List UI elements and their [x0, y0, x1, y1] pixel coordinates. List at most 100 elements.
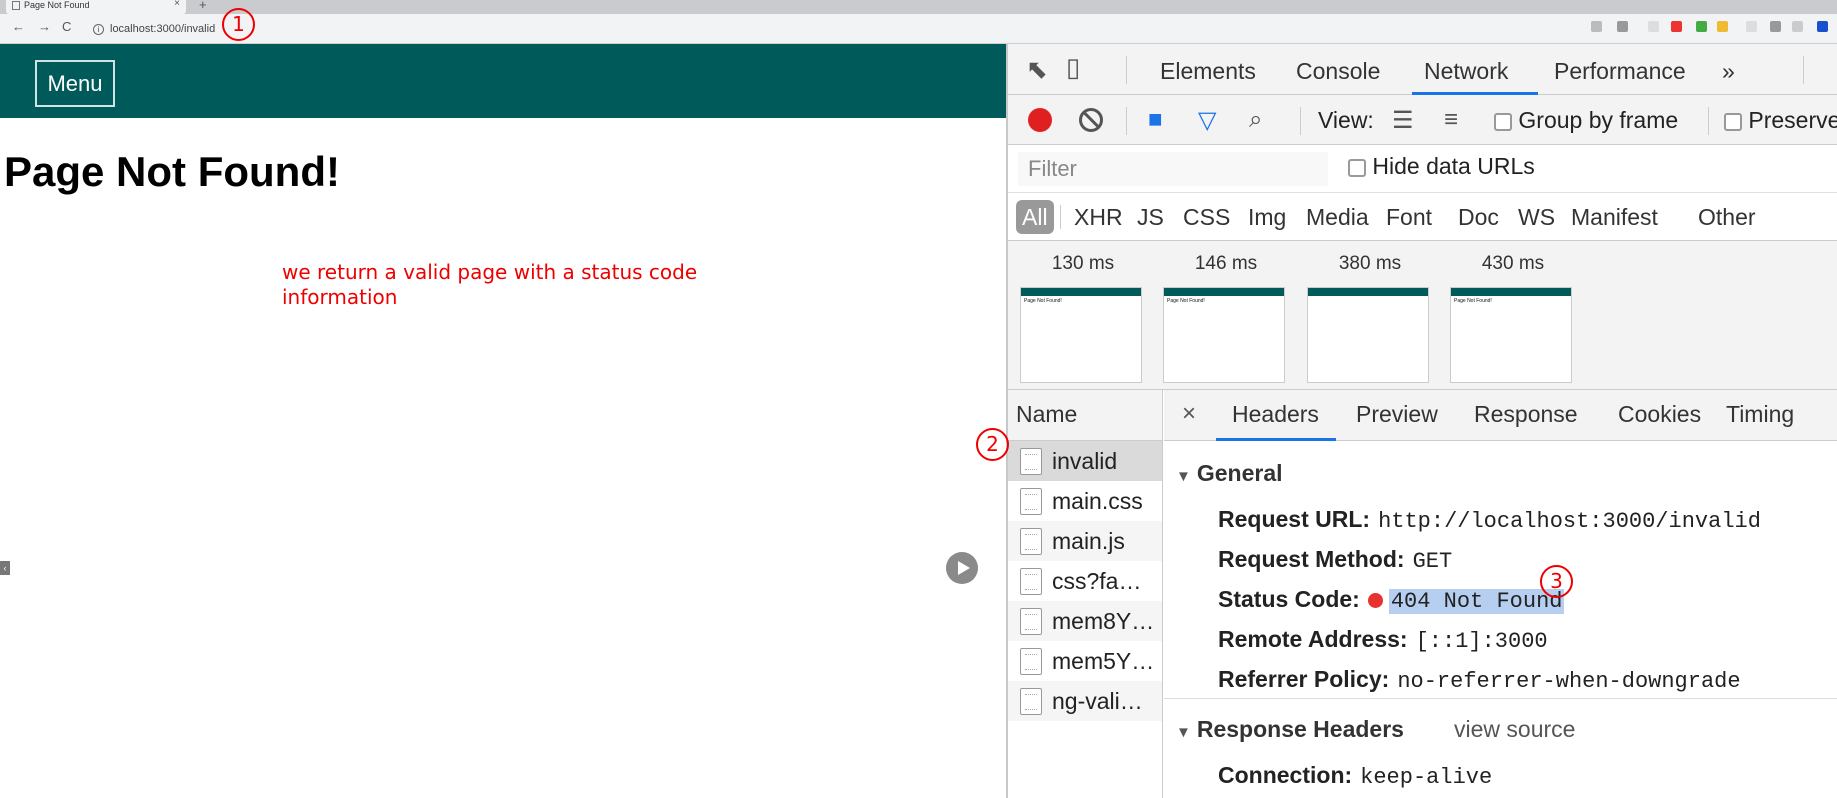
address-bar[interactable]: i localhost:3000/invalid — [90, 21, 1620, 38]
collapse-triangle-icon: ▼ — [1176, 468, 1191, 485]
filmstrip-frame[interactable]: 380 ms — [1307, 241, 1433, 383]
extension-icon[interactable] — [1817, 21, 1828, 32]
checkbox-box[interactable] — [1348, 158, 1366, 177]
filmstrip-frame[interactable]: 130 ms Page Not Found! — [1020, 241, 1146, 383]
type-filter-other[interactable]: Other — [1698, 200, 1756, 234]
tab-elements[interactable]: Elements — [1160, 58, 1256, 85]
filmstrip: 130 ms Page Not Found! 146 ms Page Not F… — [1008, 241, 1837, 390]
referrer-policy-label: Referrer Policy: — [1218, 666, 1390, 692]
page-header: Menu — [0, 44, 1006, 118]
extension-icon[interactable] — [1792, 21, 1803, 32]
tab-preview[interactable]: Preview — [1356, 401, 1438, 428]
tab-timing[interactable]: Timing — [1726, 401, 1794, 428]
filmstrip-frame[interactable]: 146 ms Page Not Found! — [1163, 241, 1289, 383]
status-error-dot-icon — [1367, 593, 1383, 609]
tab-strip: Page Not Found × + — [0, 0, 1837, 14]
request-name: main.js — [1052, 528, 1125, 554]
request-row[interactable]: main.js — [1008, 521, 1162, 561]
response-headers-title: Response Headers — [1196, 716, 1404, 742]
screenshot-camera-icon[interactable]: ■ — [1148, 106, 1163, 134]
zoom-icon[interactable] — [1591, 21, 1602, 32]
type-filter-font[interactable]: Font — [1386, 200, 1432, 234]
filter-input[interactable] — [1018, 152, 1328, 186]
frame-thumbnail: Page Not Found! — [1163, 287, 1285, 383]
request-row[interactable]: mem5Y… — [1008, 641, 1162, 681]
type-filter-ws[interactable]: WS — [1518, 200, 1555, 234]
type-filter-xhr[interactable]: XHR — [1074, 200, 1123, 234]
type-filter-media[interactable]: Media — [1306, 200, 1369, 234]
site-info-icon[interactable]: i — [93, 24, 104, 35]
request-row[interactable]: main.css — [1008, 481, 1162, 521]
frame-time: 146 ms — [1194, 253, 1258, 274]
preserve-log-checkbox[interactable]: Preserve — [1724, 107, 1837, 134]
extension-icon[interactable] — [1717, 21, 1728, 32]
type-filter-img[interactable]: Img — [1248, 200, 1286, 234]
type-filter-css[interactable]: CSS — [1183, 200, 1230, 234]
forward-icon[interactable]: → — [38, 19, 51, 34]
close-icon[interactable]: × — [1182, 400, 1196, 428]
type-filter-manifest[interactable]: Manifest — [1571, 200, 1658, 234]
hide-data-urls-checkbox[interactable]: Hide data URLs — [1348, 153, 1535, 180]
remote-address-row: Remote Address: [::1]:3000 — [1218, 626, 1548, 654]
more-tabs-icon[interactable]: » — [1722, 58, 1735, 85]
bookmark-star-icon[interactable] — [1617, 21, 1628, 32]
filter-funnel-icon[interactable]: ▽ — [1198, 106, 1216, 135]
response-headers-section-header[interactable]: ▼ Response Headers — [1176, 716, 1404, 743]
detail-tab-bar: × Headers Preview Response Cookies Timin… — [1164, 390, 1837, 441]
remote-address-label: Remote Address: — [1218, 626, 1408, 652]
collapse-triangle-icon: ▼ — [1176, 724, 1191, 741]
group-by-frame-checkbox[interactable]: Group by frame — [1494, 107, 1678, 134]
opera-extension-icon[interactable] — [1671, 21, 1682, 32]
back-icon[interactable]: ← — [12, 19, 25, 34]
filmstrip-frame[interactable]: 430 ms Page Not Found! — [1450, 241, 1576, 383]
tab-cookies[interactable]: Cookies — [1618, 401, 1701, 428]
device-toolbar-icon[interactable]: ▯ — [1066, 52, 1080, 83]
large-rows-icon[interactable]: ☰ — [1392, 106, 1414, 135]
request-name: css?fa… — [1052, 568, 1142, 594]
checkbox-box[interactable] — [1724, 112, 1742, 131]
tab-performance[interactable]: Performance — [1554, 58, 1686, 85]
document-icon — [1020, 528, 1042, 555]
name-column-header[interactable]: Name — [1008, 390, 1162, 441]
play-button[interactable] — [946, 552, 978, 584]
document-icon — [1020, 568, 1042, 595]
search-icon[interactable]: ⌕ — [1249, 106, 1262, 134]
new-tab-button[interactable]: + — [199, 0, 207, 12]
checkbox-box[interactable] — [1494, 112, 1512, 131]
general-section-header[interactable]: ▼ General — [1176, 460, 1283, 487]
request-row[interactable]: mem8Y… — [1008, 601, 1162, 641]
extension-icon[interactable] — [1770, 21, 1781, 32]
devtools-tab-bar: ⬉ ▯ Elements Console Network Performance… — [1008, 44, 1837, 95]
record-button[interactable] — [1028, 108, 1052, 132]
collapse-handle[interactable]: ‹ — [0, 561, 10, 575]
toolbar-divider — [1126, 107, 1127, 135]
inspect-element-icon[interactable]: ⬉ — [1026, 54, 1048, 85]
tab-close-icon[interactable]: × — [174, 0, 180, 9]
type-filter-doc[interactable]: Doc — [1458, 200, 1499, 234]
section-divider — [1164, 698, 1837, 699]
request-row[interactable]: ng-vali… — [1008, 681, 1162, 721]
tab-response[interactable]: Response — [1474, 401, 1578, 428]
view-source-link[interactable]: view source — [1454, 716, 1575, 743]
tab-console[interactable]: Console — [1296, 58, 1380, 85]
extension-icon[interactable] — [1696, 21, 1707, 32]
document-icon — [1020, 488, 1042, 515]
extension-icon[interactable] — [1746, 21, 1757, 32]
tab-network[interactable]: Network — [1424, 58, 1508, 85]
request-row[interactable]: css?fa… — [1008, 561, 1162, 601]
browser-tab[interactable]: Page Not Found × — [6, 0, 186, 14]
frame-time: 380 ms — [1338, 253, 1402, 274]
type-filter-js[interactable]: JS — [1137, 200, 1164, 234]
extension-icon[interactable] — [1648, 21, 1659, 32]
clear-icon[interactable] — [1079, 108, 1103, 132]
thumb-text: Page Not Found! — [1167, 298, 1205, 304]
frame-thumbnail — [1307, 287, 1429, 383]
menu-button[interactable]: Menu — [35, 60, 115, 107]
type-filter-all[interactable]: All — [1016, 200, 1054, 234]
request-row[interactable]: invalid — [1008, 441, 1162, 481]
reload-icon[interactable]: C — [62, 19, 71, 34]
waterfall-icon[interactable]: ≡ — [1444, 106, 1458, 134]
thumb-header — [1308, 288, 1428, 296]
tab-headers[interactable]: Headers — [1232, 401, 1319, 428]
active-tab-indicator — [1216, 438, 1336, 441]
